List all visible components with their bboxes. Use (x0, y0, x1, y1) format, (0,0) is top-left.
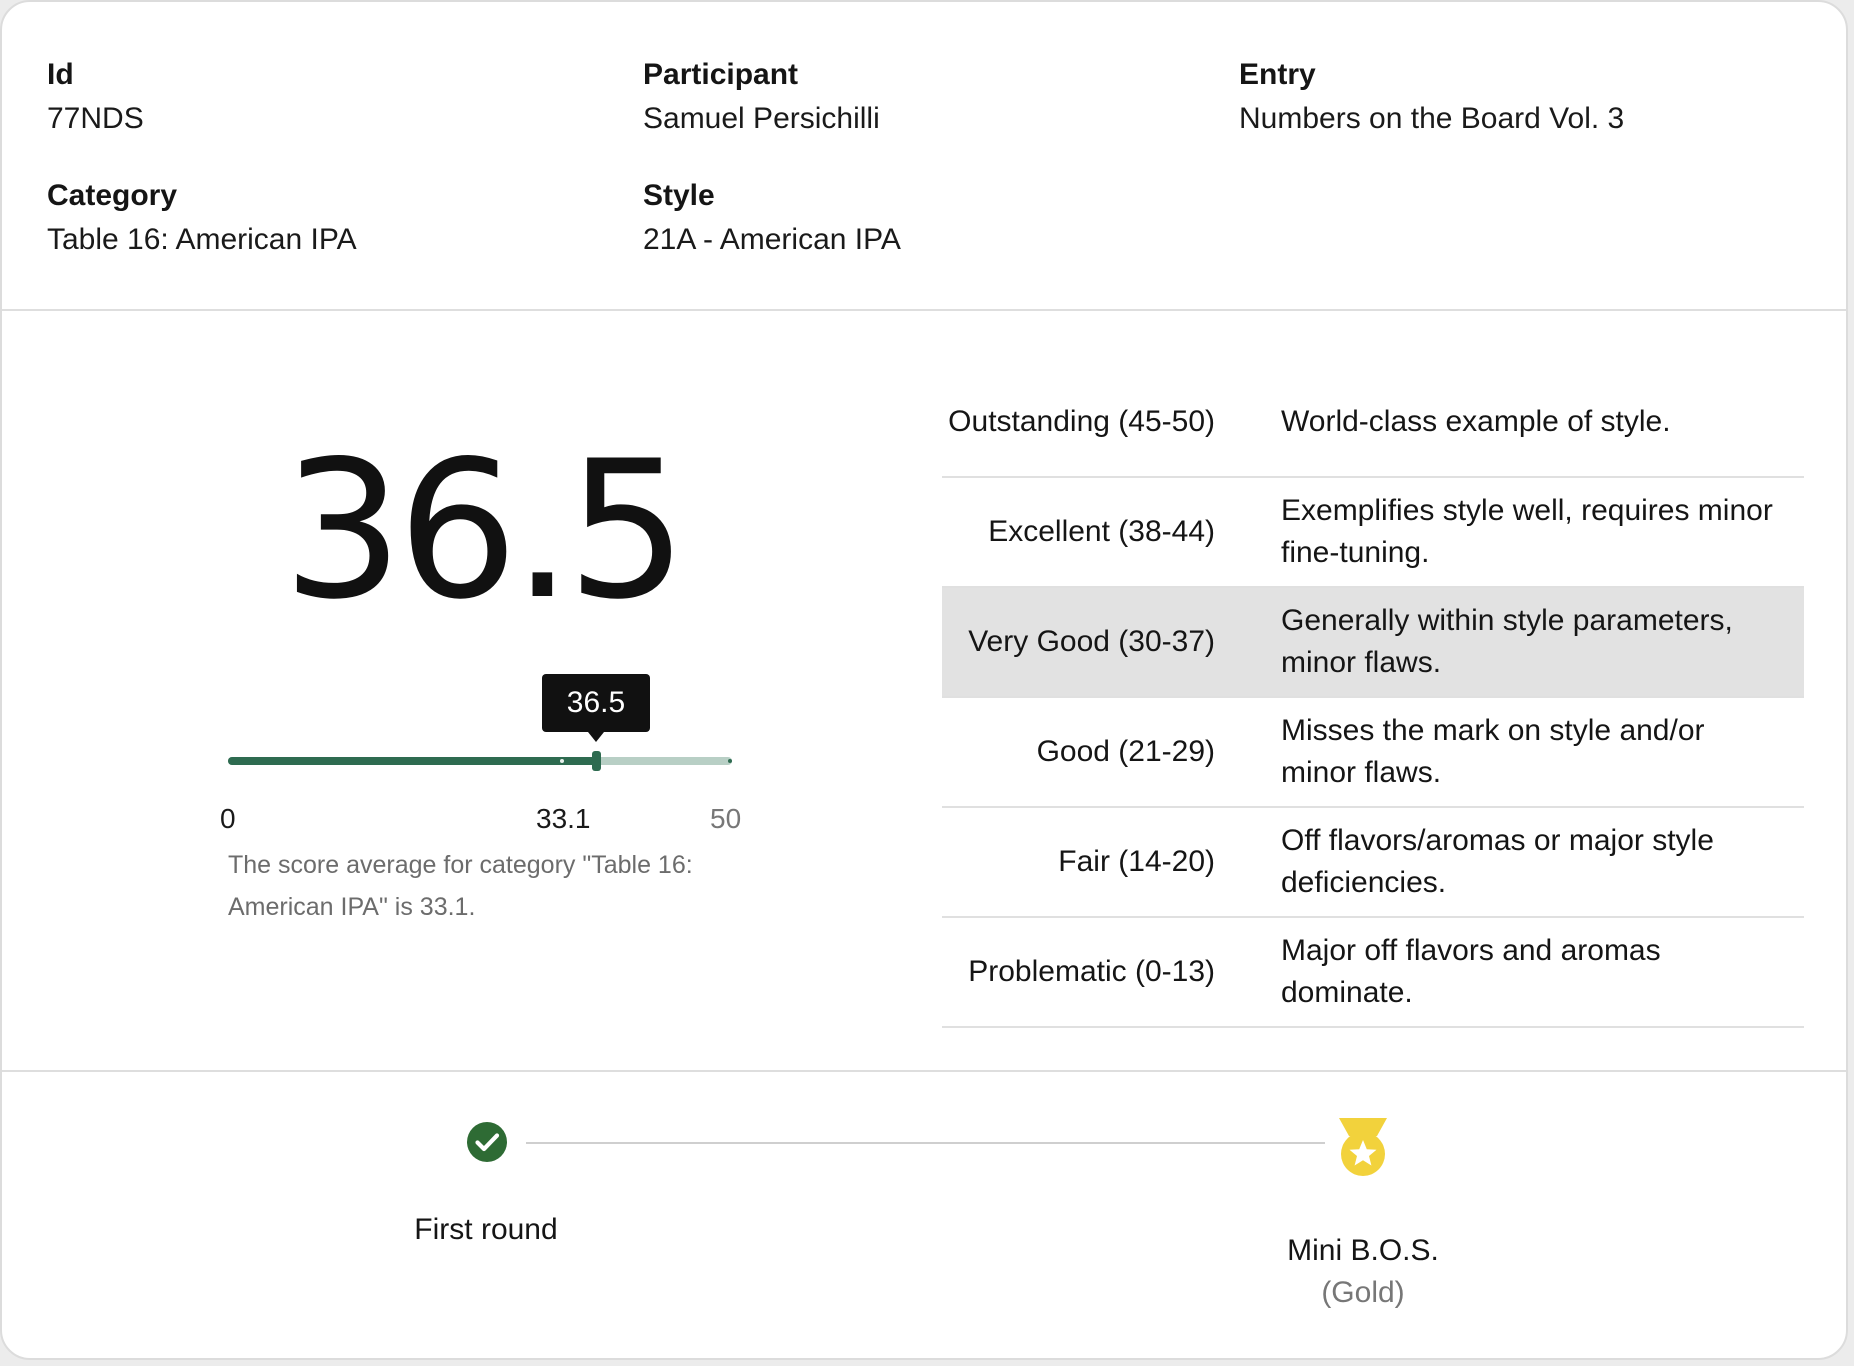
scoring-scale-table: Outstanding (45-50) World-class example … (942, 367, 1804, 1028)
gold-medal-icon (1339, 1118, 1387, 1176)
scale-row-problematic: Problematic (0-13) Major off flavors and… (942, 917, 1804, 1028)
scale-description: Major off flavors and aromas dominate. (1215, 917, 1804, 1028)
step-mini-bos-label: Mini B.O.S. (1287, 1234, 1439, 1267)
field-category-value: Table 16: American IPA (47, 223, 357, 256)
field-id: Id 77NDS (47, 57, 144, 137)
scale-row-outstanding: Outstanding (45-50) World-class example … (942, 367, 1804, 478)
average-marker (560, 759, 564, 763)
field-entry-label: Entry (1239, 58, 1316, 91)
scale-range-label: Fair (14-20) (942, 807, 1215, 918)
field-category-label: Category (47, 179, 178, 212)
scale-range-label: Good (21-29) (942, 697, 1215, 808)
slider-thumb[interactable] (592, 751, 601, 771)
scale-description: World-class example of style. (1215, 367, 1804, 478)
competition-progress: First round Mini B.O.S. (Gold) (2, 1072, 1846, 1358)
field-category: Category Table 16: American IPA (47, 178, 357, 258)
field-entry-value: Numbers on the Board Vol. 3 (1239, 102, 1625, 135)
slider-fill (228, 757, 596, 765)
scale-description: Generally within style parameters, minor… (1215, 587, 1804, 698)
check-circle-icon (467, 1122, 507, 1162)
scale-range-label: Outstanding (45-50) (942, 367, 1215, 478)
scale-range-label: Excellent (38-44) (942, 477, 1215, 588)
field-participant-label: Participant (643, 58, 799, 91)
field-style-label: Style (643, 179, 715, 212)
scale-row-very-good: Very Good (30-37) Generally within style… (942, 587, 1804, 698)
field-participant-value: Samuel Persichilli (643, 102, 880, 135)
scale-description: Exemplifies style well, requires minor f… (1215, 477, 1804, 588)
scale-row-fair: Fair (14-20) Off flavors/aromas or major… (942, 807, 1804, 918)
field-entry: Entry Numbers on the Board Vol. 3 (1239, 57, 1624, 137)
score-sheet-card: Id 77NDS Participant Samuel Persichilli … (0, 0, 1848, 1360)
score-tooltip: 36.5 (542, 674, 650, 742)
field-participant: Participant Samuel Persichilli (643, 57, 880, 137)
average-note: The score average for category "Table 16… (228, 851, 693, 921)
field-id-value: 77NDS (47, 102, 144, 135)
scale-range-label: Very Good (30-37) (942, 587, 1215, 698)
slider-min-label: 0 (220, 803, 236, 834)
scale-row-good: Good (21-29) Misses the mark on style an… (942, 697, 1804, 808)
entry-info-section: Id 77NDS Participant Samuel Persichilli … (2, 2, 1846, 311)
total-score: 36.5 (282, 420, 687, 641)
score-slider[interactable] (228, 751, 732, 771)
scale-row-excellent: Excellent (38-44) Exemplifies style well… (942, 477, 1804, 588)
field-style-value: 21A - American IPA (643, 223, 901, 256)
slider-max-label: 50 (710, 803, 742, 834)
scale-description: Misses the mark on style and/or minor fl… (1215, 697, 1804, 808)
score-section: 36.5 36.5 0 33.1 50 The score average fo… (2, 311, 1846, 1072)
field-style: Style 21A - American IPA (643, 178, 901, 258)
step-first-round-label: First round (414, 1213, 558, 1246)
scale-description: Off flavors/aromas or major style defici… (1215, 807, 1804, 918)
step-mini-bos-result: (Gold) (1321, 1276, 1405, 1309)
scale-range-label: Problematic (0-13) (942, 917, 1215, 1028)
slider-end-marker (728, 759, 732, 763)
progress-connector (526, 1142, 1325, 1144)
slider-average-label: 33.1 (536, 803, 591, 834)
field-id-label: Id (47, 58, 74, 91)
